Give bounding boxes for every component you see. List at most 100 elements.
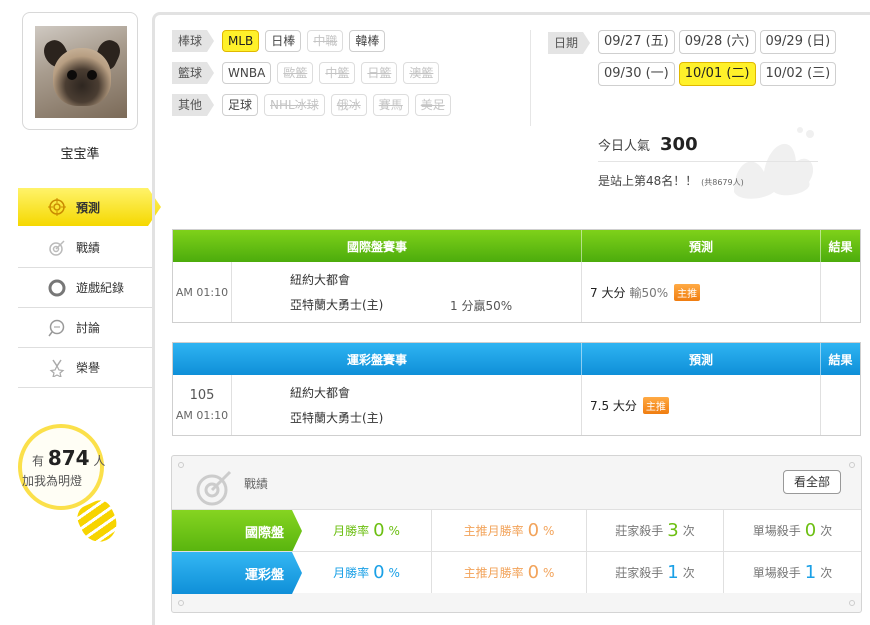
date-tag-selected[interactable]: 10/01 (二) [678, 62, 756, 86]
filter-row-baseball: 棒球 MLB 日棒 中職 韓棒 [172, 30, 386, 52]
stat-value: 0 [373, 520, 385, 541]
corner-dot [849, 462, 855, 468]
filter-tag-euro: 歐籃 [277, 62, 314, 84]
stat-value: 1 [804, 562, 817, 583]
header-prediction: 預測 [582, 230, 821, 262]
corner-dot [178, 600, 184, 606]
filter-tag-china: 中籃 [319, 62, 356, 84]
header-result: 結果 [828, 239, 853, 254]
stat-label: 月勝率 [333, 566, 370, 580]
view-all-button[interactable]: 看全部 [782, 470, 841, 494]
game-time: AM 01:10 [175, 285, 229, 299]
filter-tag-npb[interactable]: 日棒 [265, 30, 302, 52]
stat-label: 單場殺手 [752, 566, 801, 580]
filter-tag-australia: 澳籃 [403, 62, 440, 84]
stat-value: 0 [804, 520, 817, 541]
header-prediction: 預測 [582, 343, 821, 375]
table-row: AM 01:10 紐約大都會 亞特蘭大勇士(主) 1 分贏50% 7 大分 輸5… [173, 262, 860, 322]
sidebar-item-honor[interactable]: 榮譽 [18, 348, 154, 388]
target-icon [48, 198, 66, 216]
fans-badge[interactable]: 有 874 人 加我為明燈 [18, 424, 128, 548]
filter-tag-kbo[interactable]: 韓棒 [349, 30, 386, 52]
user-name: 宝宝準 [60, 147, 100, 162]
avatar-card [22, 12, 138, 130]
stat-unit: 次 [682, 566, 695, 580]
odds-text: 1 分贏50% [450, 299, 513, 313]
away-team: 紐約大都會 [290, 273, 351, 287]
stat-label: 月勝率 [333, 524, 370, 538]
stat-unit: 次 [820, 524, 833, 538]
filter-tag-nhl: NHL冰球 [264, 94, 325, 116]
stat-unit: % [388, 523, 400, 538]
stat-unit: 次 [682, 524, 695, 538]
stat-label: 主推月勝率 [463, 566, 524, 580]
fans-unit: 人 [93, 454, 106, 468]
result-cell [821, 375, 860, 435]
popularity-box: 今日人氣 300 是站上第48名！！ (共8679人) [598, 134, 818, 189]
stat-value: 0 [527, 520, 540, 541]
result-cell [821, 262, 860, 322]
date-tag[interactable]: 09/29 (日) [759, 30, 837, 54]
header-game: 國際盤賽事 [173, 230, 582, 262]
table-header: 國際盤賽事 預測 結果 [173, 230, 860, 262]
date-label: 日期 [548, 32, 590, 54]
filter-tag-soccer[interactable]: 足球 [222, 94, 259, 116]
record-row-lottery: 運彩盤 月勝率 0 % 主推月勝率 0 % 莊家殺手 1 次 單場殺手 1 次 [172, 551, 861, 594]
stat-value: 3 [667, 520, 679, 541]
filter-label: 籃球 [172, 62, 214, 84]
date-tag[interactable]: 09/27 (五) [598, 30, 675, 54]
filter-tag-japan: 日籃 [361, 62, 398, 84]
date-picker: 09/27 (五) 09/28 (六) 09/29 (日) 09/30 (一) … [598, 30, 868, 86]
stat-value: 0 [527, 562, 540, 583]
sidebar-item-label: 預測 [76, 200, 101, 215]
home-team: 亞特蘭大勇士(主) [290, 411, 384, 425]
filter-tag-cpbl: 中職 [307, 30, 344, 52]
filter-tag-mlb[interactable]: MLB [222, 30, 260, 52]
intl-table: 國際盤賽事 預測 結果 AM 01:10 紐約大都會 亞特蘭大勇士(主) 1 分… [172, 229, 861, 323]
record-row-name: 運彩盤 [172, 552, 302, 594]
stat-unit: % [543, 523, 555, 538]
date-tag[interactable]: 09/28 (六) [678, 30, 756, 54]
filter-tag-nfl: 美足 [414, 94, 451, 116]
popularity-value: 300 [660, 134, 698, 155]
table-row: 105 AM 01:10 紐約大都會 亞特蘭大勇士(主) 7.5 大分 主推 [173, 375, 860, 435]
fans-prefix: 有 [32, 454, 45, 468]
record-row-name: 國際盤 [172, 510, 302, 552]
stat-value: 0 [373, 562, 385, 583]
circle-icon [48, 279, 66, 297]
stat-label: 主推月勝率 [463, 524, 524, 538]
date-label-wrap: 日期 [548, 32, 592, 54]
main-pick-badge: 主推 [674, 283, 701, 301]
total-text: (共8679人) [701, 178, 744, 187]
record-title: 戰績 [244, 477, 269, 491]
stat-label: 莊家殺手 [615, 566, 664, 580]
date-tag[interactable]: 09/30 (一) [598, 62, 675, 86]
filter-tag-khl: 俄冰 [330, 94, 367, 116]
record-icon [196, 470, 232, 506]
filter-tag-horse: 賽馬 [372, 94, 409, 116]
home-team: 亞特蘭大勇士(主) [290, 298, 384, 312]
sidebar-nav: 預測 戰績 遊戲紀錄 討論 榮譽 [18, 188, 161, 388]
stat-unit: 次 [820, 566, 833, 580]
stat-unit: % [543, 565, 555, 580]
corner-dot [178, 462, 184, 468]
medal-icon [48, 359, 66, 377]
filter-tag-wnba[interactable]: WNBA [222, 62, 272, 84]
filter-label: 棒球 [172, 30, 214, 52]
sidebar-item-predict[interactable]: 預測 [18, 188, 161, 226]
away-team: 紐約大都會 [290, 386, 351, 400]
avatar[interactable] [35, 26, 127, 118]
date-tag[interactable]: 10/02 (三) [759, 62, 837, 86]
fans-count: 874 [47, 446, 90, 470]
main-pick-badge: 主推 [642, 396, 669, 414]
header-result: 結果 [828, 352, 853, 367]
sidebar-item-record[interactable]: 戰績 [18, 228, 154, 268]
sidebar-item-label: 榮譽 [76, 361, 101, 375]
filter-label: 其他 [172, 94, 214, 116]
sidebar-item-discuss[interactable]: 討論 [18, 308, 154, 348]
sidebar-item-game-log[interactable]: 遊戲紀錄 [18, 268, 154, 308]
prediction-value: 7.5 大分 [590, 398, 637, 413]
filter-row-basketball: 籃球 WNBA 歐籃 中籃 日籃 澳籃 [172, 62, 440, 84]
game-time: AM 01:10 [175, 409, 229, 422]
game-code: 105 [189, 388, 215, 403]
